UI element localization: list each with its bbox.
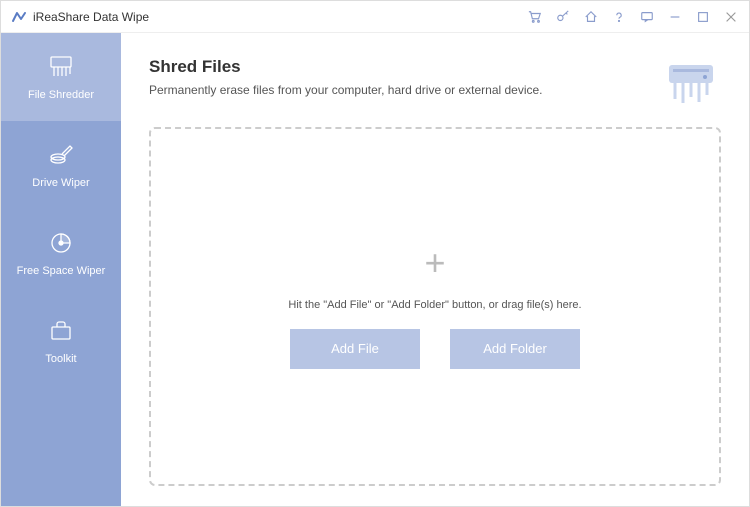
shredder-illustration-icon: [661, 57, 721, 107]
add-folder-button[interactable]: Add Folder: [450, 329, 580, 369]
sidebar-item-label: File Shredder: [28, 89, 94, 101]
app-logo-icon: [11, 9, 27, 25]
dropzone[interactable]: + Hit the "Add File" or "Add Folder" but…: [149, 127, 721, 486]
app-title: iReaShare Data Wipe: [33, 10, 149, 24]
key-icon[interactable]: [555, 9, 571, 25]
button-row: Add File Add Folder: [290, 329, 580, 369]
drive-wiper-icon: [47, 141, 75, 169]
app-window: iReaShare Data Wipe File Shredder: [0, 0, 750, 507]
header-text: Shred Files Permanently erase files from…: [149, 57, 651, 97]
header-row: Shred Files Permanently erase files from…: [149, 57, 721, 107]
help-icon[interactable]: [611, 9, 627, 25]
app-body: File Shredder Drive Wiper Free Space Wip…: [1, 33, 749, 506]
sidebar-item-label: Drive Wiper: [32, 177, 89, 189]
cart-icon[interactable]: [527, 9, 543, 25]
feedback-icon[interactable]: [639, 9, 655, 25]
sidebar-item-free-space-wiper[interactable]: Free Space Wiper: [1, 209, 121, 297]
sidebar-item-file-shredder[interactable]: File Shredder: [1, 33, 121, 121]
close-icon[interactable]: [723, 9, 739, 25]
sidebar-item-label: Free Space Wiper: [17, 265, 106, 277]
titlebar-controls: [527, 9, 739, 25]
add-file-button[interactable]: Add File: [290, 329, 420, 369]
sidebar-item-toolkit[interactable]: Toolkit: [1, 297, 121, 385]
sidebar: File Shredder Drive Wiper Free Space Wip…: [1, 33, 121, 506]
dropzone-hint: Hit the "Add File" or "Add Folder" butto…: [288, 299, 581, 311]
main-panel: Shred Files Permanently erase files from…: [121, 33, 749, 506]
maximize-icon[interactable]: [695, 9, 711, 25]
page-title: Shred Files: [149, 57, 651, 77]
minimize-icon[interactable]: [667, 9, 683, 25]
sidebar-item-drive-wiper[interactable]: Drive Wiper: [1, 121, 121, 209]
shredder-icon: [47, 53, 75, 81]
titlebar: iReaShare Data Wipe: [1, 1, 749, 33]
plus-icon: +: [424, 245, 445, 281]
toolkit-icon: [47, 317, 75, 345]
sidebar-item-label: Toolkit: [45, 353, 76, 365]
free-space-icon: [47, 229, 75, 257]
page-subtitle: Permanently erase files from your comput…: [149, 83, 651, 97]
home-icon[interactable]: [583, 9, 599, 25]
